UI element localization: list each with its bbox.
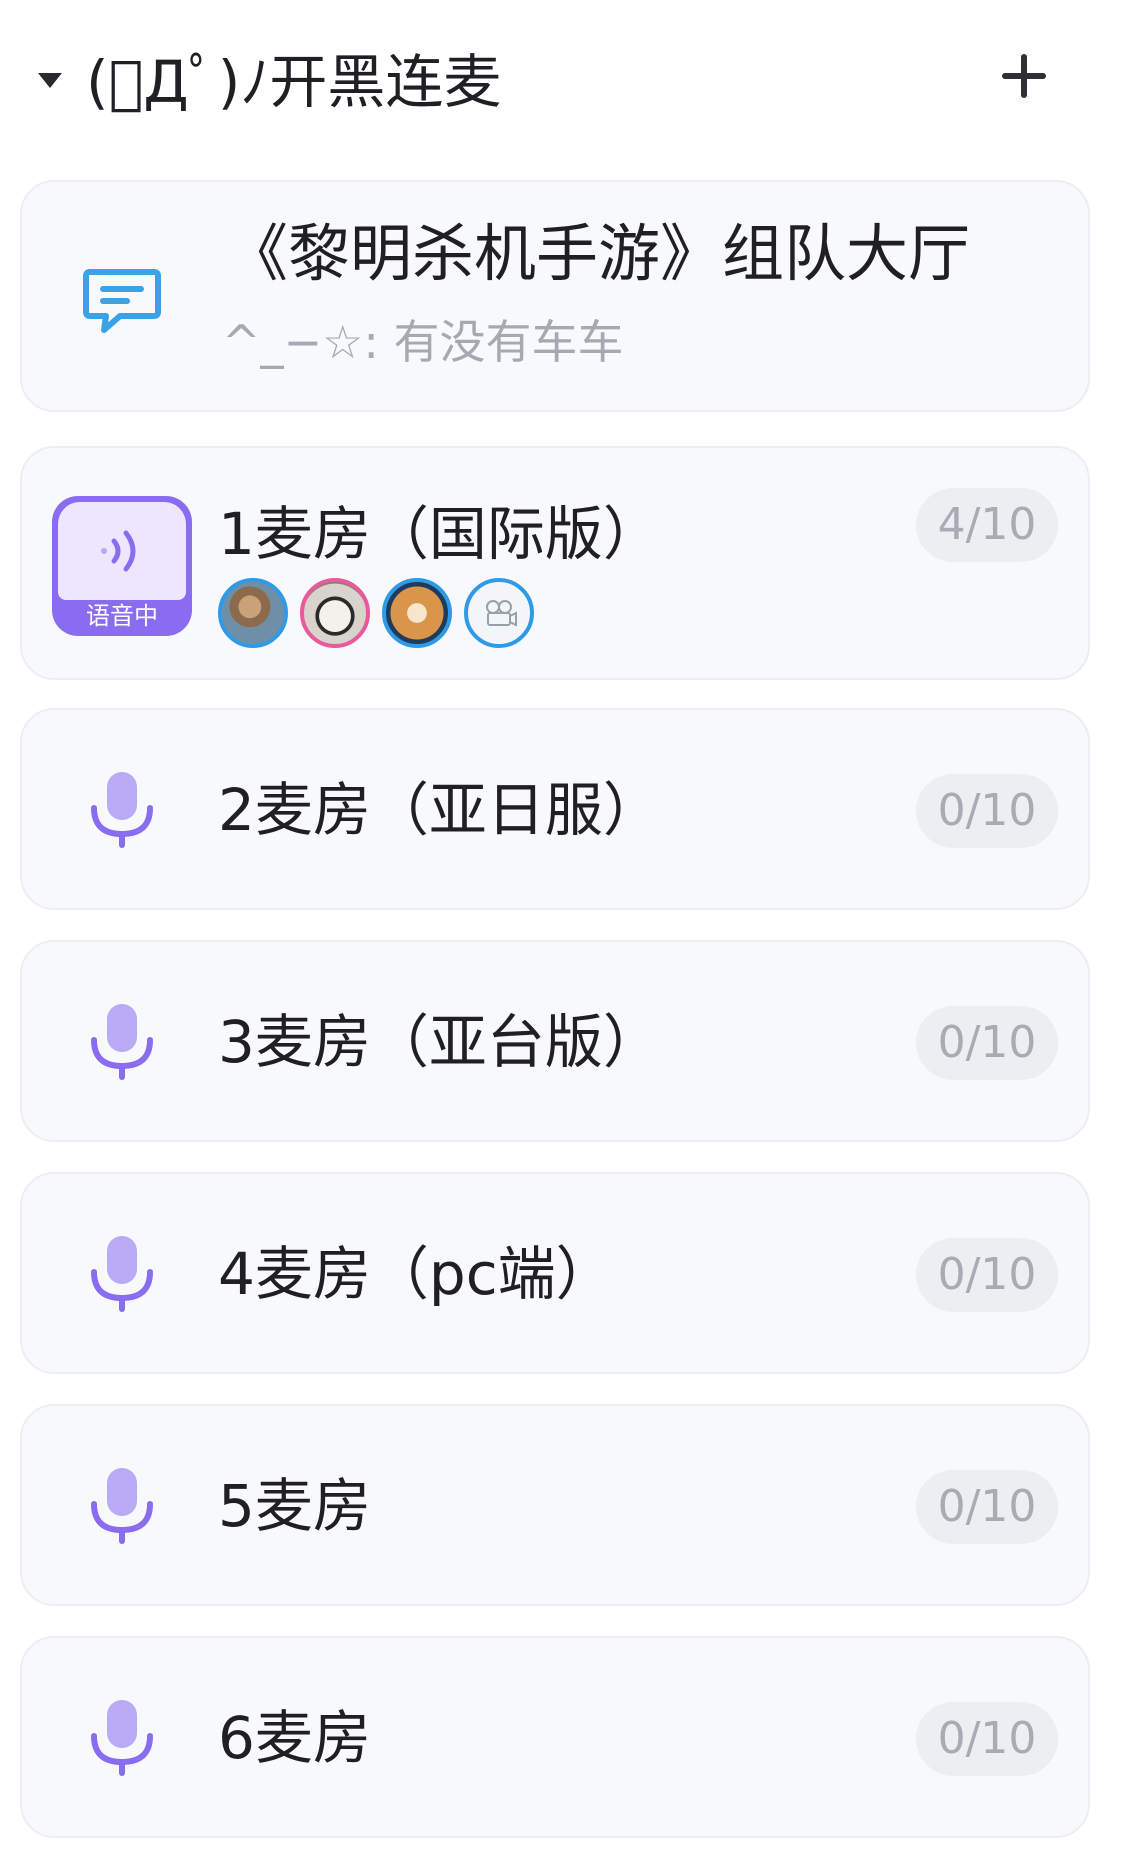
voice-room-name: 1麦房（国际版） [218,500,661,568]
sound-wave-icon [101,530,136,572]
voice-room-card[interactable]: 语音中 1麦房（国际版） 4/10 [20,446,1090,680]
member-count-badge: 0/10 [916,774,1058,848]
voice-room-name: 4麦房（pc端） [218,1240,614,1308]
member-count-badge: 0/10 [916,1238,1058,1312]
text-channel-name: 《黎明杀机手游》组队大厅 [226,217,971,290]
voice-room-card[interactable]: 4麦房（pc端） 0/10 [20,1172,1090,1374]
text-channel-card[interactable]: 《黎明杀机手游》组队大厅 ^_−☆: 有没有车车 [20,180,1090,412]
member-count-badge: 0/10 [916,1006,1058,1080]
microphone-icon [91,1236,153,1312]
voice-room-card[interactable]: 2麦房（亚日服） 0/10 [20,708,1090,910]
avatar[interactable] [300,578,370,648]
microphone-icon [91,1700,153,1776]
voice-room-name: 3麦房（亚台版） [218,1008,661,1076]
last-message-preview: ^_−☆: 有没有车车 [222,315,624,369]
group-title: (ﾟДﾟ)ﾉ开黑连麦 [86,48,502,116]
avatar[interactable] [382,578,452,648]
avatar[interactable] [218,578,288,648]
voice-room-card[interactable]: 3麦房（亚台版） 0/10 [20,940,1090,1142]
caret-down-icon[interactable] [36,70,64,90]
member-count-badge: 0/10 [916,1702,1058,1776]
add-channel-icon[interactable] [1000,52,1048,100]
member-count-badge: 4/10 [916,488,1058,562]
voice-room-name: 2麦房（亚日服） [218,776,661,844]
camera-icon [486,600,517,627]
voice-live-badge: 语音中 [52,496,192,636]
microphone-icon [91,1468,153,1544]
voice-room-name: 5麦房 [218,1472,371,1540]
microphone-icon [91,1004,153,1080]
channel-group-header[interactable]: (ﾟДﾟ)ﾉ开黑连麦 [0,0,1130,165]
voice-room-card[interactable]: 5麦房 0/10 [20,1404,1090,1606]
voice-room-card[interactable]: 6麦房 0/10 [20,1636,1090,1838]
voice-live-label: 语音中 [86,602,158,630]
member-count-badge: 0/10 [916,1470,1058,1544]
microphone-icon [91,772,153,848]
chat-bubble-icon [83,269,161,333]
voice-room-name: 6麦房 [218,1704,371,1772]
avatar[interactable] [464,578,534,648]
